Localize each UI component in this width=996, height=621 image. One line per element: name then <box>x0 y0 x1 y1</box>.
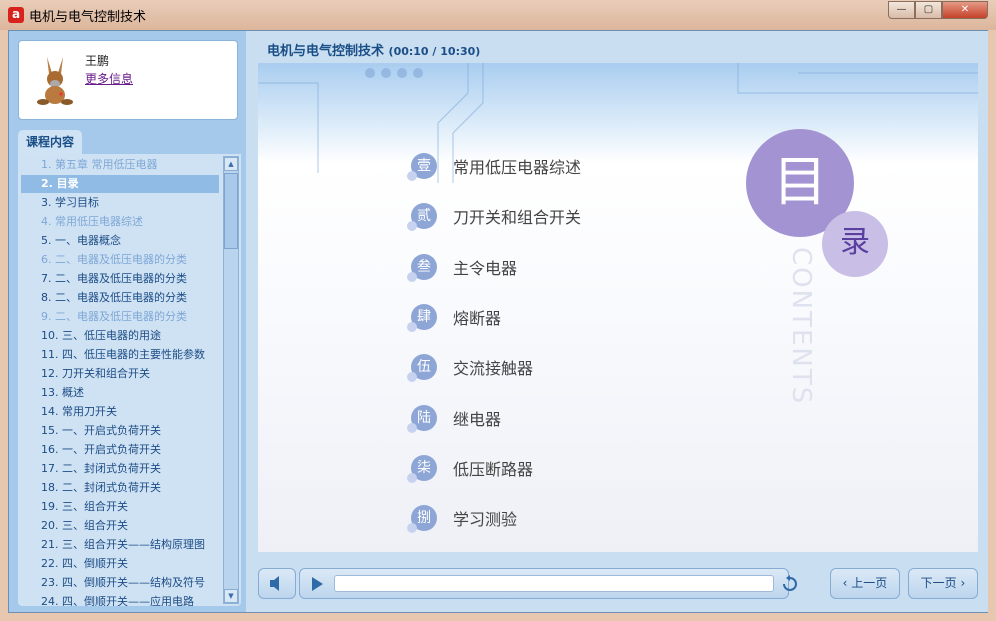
course-title: 电机与电气控制技术 <box>267 44 385 59</box>
toc-text: 低压断路器 <box>453 459 534 479</box>
time-readout: (00:10 / 10:30) <box>388 45 481 58</box>
toc-number: 捌 <box>407 505 437 534</box>
sidebar-item[interactable]: 9. 二、电器及低压电器的分类 <box>21 308 219 326</box>
lu-circle: 录 <box>822 211 888 277</box>
sidebar-item[interactable]: 14. 常用刀开关 <box>21 403 219 421</box>
toc-number: 伍 <box>407 354 437 383</box>
sidebar-item[interactable]: 10. 三、低压电器的用途 <box>21 327 219 345</box>
toc-item: 叁主令电器 <box>407 252 518 282</box>
toc-text: 继电器 <box>453 409 502 429</box>
maximize-button[interactable]: ▢ <box>915 1 942 19</box>
sidebar-item[interactable]: 16. 一、开启式负荷开关 <box>21 441 219 459</box>
toc-number: 陆 <box>407 404 437 433</box>
toc-item: 陆继电器 <box>407 403 502 433</box>
sidebar-item[interactable]: 11. 四、低压电器的主要性能参数 <box>21 346 219 364</box>
scroll-down-button[interactable]: ▼ <box>224 589 238 603</box>
toc-item: 壹常用低压电器综述 <box>407 151 582 181</box>
toc-item: 贰刀开关和组合开关 <box>407 201 582 232</box>
donkey-avatar <box>37 57 73 105</box>
toc-item: 肆熔断器 <box>407 302 502 332</box>
title-bar: a 电机与电气控制技术 — ▢ ✕ <box>0 0 996 30</box>
profile-card: 王鹏 更多信息 <box>18 40 238 120</box>
toc-item: 捌学习测验 <box>407 503 518 534</box>
toc-text: 主令电器 <box>453 258 518 278</box>
toc-text: 熔断器 <box>453 308 502 328</box>
tab-course-content[interactable]: 课程内容 <box>18 130 82 154</box>
course-list: ▲ ▼ 1. 第五章 常用低压电器 2. 目录 3. 学习目标 4. 常用低压电器综述… <box>18 154 241 606</box>
scrollbar[interactable]: ▲ ▼ <box>223 156 239 604</box>
scrollbar-thumb[interactable] <box>224 173 238 249</box>
replay-icon[interactable] <box>781 575 799 593</box>
sidebar-item[interactable]: 15. 一、开启式负荷开关 <box>21 422 219 440</box>
sidebar-item[interactable]: 17. 二、封闭式负荷开关 <box>21 460 219 478</box>
toc-text: 学习测验 <box>453 510 518 530</box>
page-title: 电机与电气控制技术 (00:10 / 10:30) <box>267 40 480 59</box>
sidebar-item[interactable]: 2. 目录 <box>21 175 219 193</box>
window-title: 电机与电气控制技术 <box>29 10 147 25</box>
app-body: 王鹏 更多信息 课程内容 ▲ ▼ 1. 第五章 常用低压电器 2. 目录 3. 学习… <box>8 30 988 613</box>
toc-number: 肆 <box>407 303 437 332</box>
sidebar-item[interactable]: 6. 二、电器及低压电器的分类 <box>21 251 219 269</box>
toc-item: 柒低压断路器 <box>407 453 534 483</box>
toc-item: 伍交流接触器 <box>407 352 534 383</box>
more-info-link[interactable]: 更多信息 <box>85 70 133 87</box>
toc-number: 柒 <box>407 454 437 483</box>
toc-number: 壹 <box>407 153 437 181</box>
volume-icon <box>270 576 279 591</box>
sidebar-item[interactable]: 18. 二、封闭式负荷开关 <box>21 479 219 497</box>
toc-number: 叁 <box>407 253 437 282</box>
sidebar-item[interactable]: 24. 四、倒顺开关——应用电路 <box>21 593 219 606</box>
player-bar <box>299 568 797 599</box>
toc-number: 贰 <box>407 203 437 232</box>
toc-text: 刀开关和组合开关 <box>453 208 582 228</box>
sidebar-item[interactable]: 19. 三、组合开关 <box>21 498 219 516</box>
next-label: 下一页 <box>920 576 957 590</box>
sidebar-item[interactable]: 5. 一、电器概念 <box>21 232 219 250</box>
sidebar-item[interactable]: 1. 第五章 常用低压电器 <box>21 156 219 174</box>
slide-view: CONTENTS 目 录 壹常用低压电器综述贰刀开关和组合开关叁主令电器肆熔断器… <box>258 63 978 552</box>
sidebar-item[interactable]: 20. 三、组合开关 <box>21 517 219 535</box>
progress-bar[interactable] <box>334 575 774 592</box>
app-icon: a <box>8 7 24 23</box>
contents-watermark: CONTENTS <box>786 247 816 406</box>
sidebar-item[interactable]: 21. 三、组合开关——结构原理图 <box>21 536 219 554</box>
sidebar-item[interactable]: 3. 学习目标 <box>21 194 219 212</box>
toc-text: 常用低压电器综述 <box>453 158 582 177</box>
minimize-button[interactable]: — <box>888 1 915 19</box>
sidebar: 王鹏 更多信息 课程内容 ▲ ▼ 1. 第五章 常用低压电器 2. 目录 3. 学习… <box>9 31 246 612</box>
sidebar-item[interactable]: 12. 刀开关和组合开关 <box>21 365 219 383</box>
next-page-button[interactable]: 下一页 › <box>908 568 978 599</box>
play-icon[interactable] <box>310 576 324 592</box>
sidebar-item[interactable]: 22. 四、倒顺开关 <box>21 555 219 573</box>
sidebar-item[interactable]: 8. 二、电器及低压电器的分类 <box>21 289 219 307</box>
scroll-up-button[interactable]: ▲ <box>224 157 238 171</box>
circuit-decoration <box>258 63 978 183</box>
sidebar-item[interactable]: 23. 四、倒顺开关——结构及符号 <box>21 574 219 592</box>
sidebar-item[interactable]: 13. 概述 <box>21 384 219 402</box>
close-button[interactable]: ✕ <box>942 1 988 19</box>
toc-text: 交流接触器 <box>453 359 534 379</box>
prev-label: 上一页 <box>851 576 888 590</box>
prev-page-button[interactable]: ‹ 上一页 <box>830 568 900 599</box>
sidebar-item[interactable]: 7. 二、电器及低压电器的分类 <box>21 270 219 288</box>
user-name: 王鹏 <box>85 54 110 68</box>
sidebar-item[interactable]: 4. 常用低压电器综述 <box>21 213 219 231</box>
volume-button[interactable] <box>258 568 296 599</box>
main-panel: 电机与电气控制技术 (00:10 / 10:30) CONTENTS 目 录 壹… <box>246 31 988 612</box>
